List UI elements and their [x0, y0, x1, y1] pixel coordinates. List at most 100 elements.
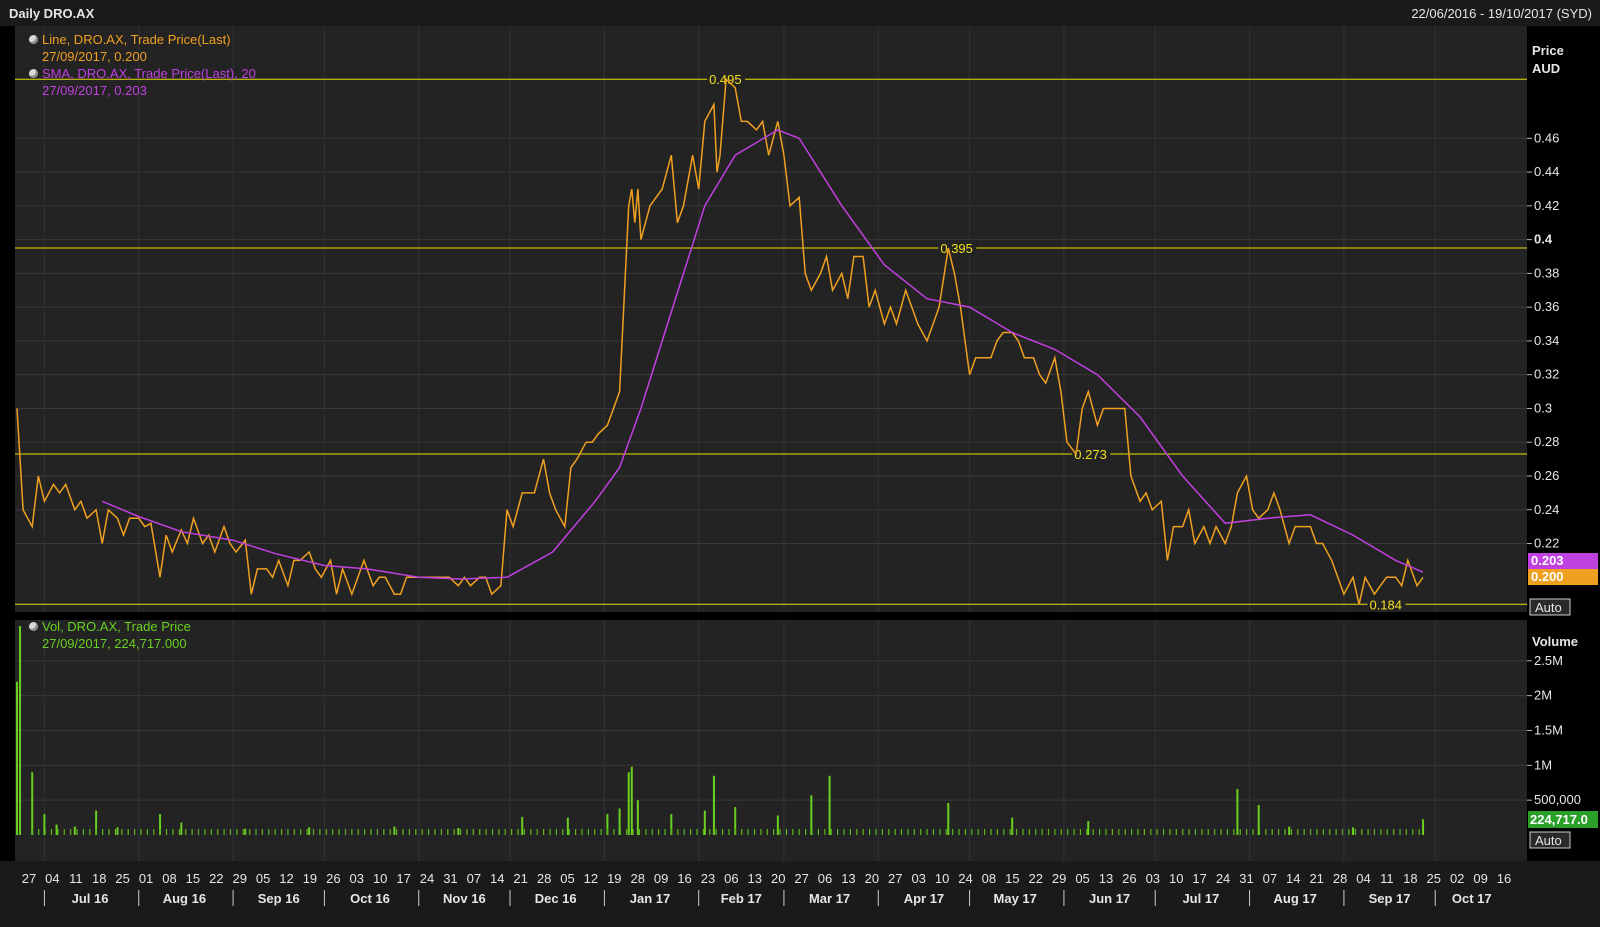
volume-bar — [574, 829, 577, 835]
volume-bar — [44, 829, 46, 835]
volume-bar — [594, 829, 596, 835]
volume-bar — [1277, 829, 1280, 835]
volume-bar — [31, 829, 33, 835]
volume-bar — [1041, 829, 1043, 835]
price-axis-unit: AUD — [1532, 61, 1560, 76]
volume-bar — [255, 829, 257, 835]
volume-bar — [805, 829, 807, 835]
volume-bar — [824, 829, 826, 835]
volume-bar — [332, 829, 334, 835]
x-day-label: 24 — [1216, 871, 1230, 886]
x-day-label: 06 — [818, 871, 832, 886]
volume-tick-label: 2.5M — [1534, 653, 1563, 668]
volume-bar — [712, 775, 715, 835]
volume-bar — [721, 829, 724, 835]
legend-toggle-icon[interactable] — [29, 35, 38, 44]
volume-bar — [888, 829, 890, 835]
volume-bar — [881, 829, 883, 835]
volume-bar — [1201, 829, 1203, 835]
x-day-label: 12 — [584, 871, 598, 886]
volume-bar — [244, 828, 247, 835]
volume-bar — [396, 829, 398, 835]
x-day-label: 05 — [1075, 871, 1089, 886]
x-day-label: 10 — [373, 871, 387, 886]
volume-bar — [1035, 829, 1037, 835]
volume-bar — [204, 829, 206, 835]
volume-bar — [1348, 829, 1350, 835]
volume-bar — [1399, 829, 1401, 835]
volume-bar — [1354, 829, 1356, 835]
volume-bar — [338, 829, 340, 835]
volume-bar — [82, 829, 85, 835]
volume-bar — [849, 829, 851, 835]
x-day-label: 31 — [1239, 871, 1253, 886]
volume-bar — [479, 829, 481, 835]
volume-bar — [741, 829, 743, 835]
volume-bar — [57, 829, 59, 835]
x-day-label: 10 — [1169, 871, 1183, 886]
price-tick-label: 0.24 — [1534, 502, 1559, 517]
volume-bar — [344, 829, 347, 835]
volume-auto-label[interactable]: Auto — [1535, 833, 1562, 848]
volume-bar — [523, 829, 526, 835]
x-axis: 27 04 11 18 25 01 08 15 22 29 05 12 19 26 03 10 17 24 31 07… — [0, 861, 1600, 927]
volume-bar — [600, 829, 602, 835]
chart-area[interactable]: 0.4950.3950.2730.184 Price AUD Volume 0.… — [0, 26, 1600, 927]
price-auto-button[interactable]: Auto — [1529, 598, 1571, 616]
price-tick-label: 0.28 — [1534, 434, 1559, 449]
x-day-label: 13 — [748, 871, 762, 886]
volume-bar — [581, 829, 583, 835]
volume-bar — [776, 815, 779, 835]
x-day-label: 26 — [326, 871, 340, 886]
volume-bar — [1329, 829, 1331, 835]
volume-bar — [223, 829, 225, 835]
vol-legend-label: Vol, DRO.AX, Trade Price — [42, 619, 191, 634]
volume-bar — [491, 829, 494, 835]
x-day-label: 31 — [443, 871, 457, 886]
x-day-label: 15 — [186, 871, 200, 886]
volume-bar — [1137, 829, 1139, 835]
x-day-label: 16 — [677, 871, 691, 886]
volume-bar — [427, 829, 430, 835]
volume-bar — [670, 829, 673, 835]
volume-bar — [1003, 829, 1005, 835]
volume-bar — [389, 829, 391, 835]
x-day-label: 28 — [630, 871, 644, 886]
volume-bar — [536, 829, 538, 835]
volume-bar — [766, 829, 768, 835]
volume-bar — [1150, 829, 1152, 835]
sma-legend-row[interactable]: SMA, DRO.AX, Trade Price(Last), 20 — [29, 65, 256, 82]
volume-bar — [1207, 829, 1209, 835]
price-tick-label: 0.34 — [1534, 333, 1559, 348]
volume-bar — [932, 829, 935, 835]
x-day-label: 22 — [1029, 871, 1043, 886]
price-legend: Line, DRO.AX, Trade Price(Last) 27/09/20… — [29, 31, 256, 99]
x-month-label: Apr 17 — [904, 891, 944, 906]
x-month-label: Jul 16 — [72, 891, 109, 906]
volume-auto-button[interactable]: Auto — [1529, 831, 1571, 849]
volume-bar — [274, 829, 276, 835]
volume-bar — [1246, 829, 1248, 835]
legend-toggle-icon[interactable] — [29, 69, 38, 78]
volume-bar — [280, 829, 283, 835]
volume-bar — [587, 829, 589, 835]
volume-bar — [947, 802, 950, 835]
price-tick-label: 0.42 — [1534, 198, 1559, 213]
volume-bar — [875, 829, 877, 835]
price-auto-label[interactable]: Auto — [1535, 600, 1562, 615]
volume-bar — [952, 829, 954, 835]
x-day-label: 19 — [607, 871, 621, 886]
legend-toggle-icon[interactable] — [29, 622, 38, 631]
volume-bar — [703, 810, 706, 835]
volume-bar — [191, 829, 193, 835]
volume-bar — [779, 829, 781, 835]
volume-bar — [792, 829, 794, 835]
x-day-label: 08 — [982, 871, 996, 886]
vol-legend-row[interactable]: Vol, DRO.AX, Trade Price — [29, 618, 191, 635]
volume-bar — [606, 829, 609, 835]
volume-bar — [319, 829, 321, 835]
volume-bar — [1288, 826, 1291, 835]
line-legend-row[interactable]: Line, DRO.AX, Trade Price(Last) — [29, 31, 256, 48]
x-day-label: 14 — [490, 871, 504, 886]
volume-bar — [38, 829, 40, 835]
